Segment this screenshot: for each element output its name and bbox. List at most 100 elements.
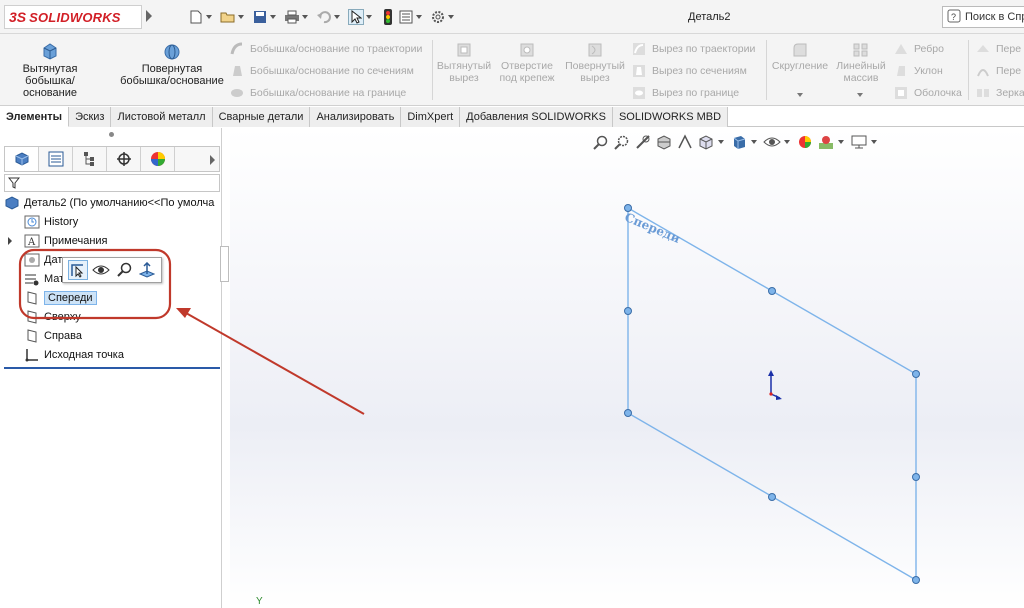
swept-boss-button[interactable]: Бобышка/основание по траектории — [230, 42, 422, 56]
tree-item-history[interactable]: History — [24, 213, 78, 231]
hole-wizard-label-1: Отверстие — [501, 60, 553, 72]
tree-root-part[interactable]: Деталь2 (По умолчанию<<По умолча — [4, 194, 214, 212]
revolved-cut-button[interactable]: Повернутый вырез — [562, 42, 628, 84]
tree-item-right-plane[interactable]: Справа — [24, 327, 82, 345]
rebuild-icon[interactable] — [380, 9, 396, 25]
undo-icon[interactable] — [316, 9, 332, 25]
view-orientation-icon[interactable] — [697, 133, 715, 151]
tab-features[interactable]: Элементы — [0, 107, 70, 127]
tree-item-top-plane[interactable]: Сверху — [24, 308, 81, 326]
tree-filter[interactable] — [4, 174, 220, 192]
apply-scene-dropdown-icon[interactable] — [838, 140, 844, 144]
svg-text:A: A — [27, 237, 36, 248]
hide-show-dropdown-icon[interactable] — [784, 140, 790, 144]
search-box[interactable]: ? Поиск в Спр — [942, 6, 1024, 28]
revolved-boss-button[interactable]: Повернутая бобышка/основание — [120, 42, 224, 87]
mirror-button[interactable]: Зерка — [976, 86, 1024, 100]
title-bar: 3S SOLIDWORKS Деталь2 ? Поиск в Спр — [0, 0, 1024, 34]
rib-button[interactable]: Ребро — [894, 42, 944, 56]
linear-pattern-dropdown-icon[interactable] — [857, 93, 863, 97]
panel-collapse-handle[interactable] — [220, 246, 229, 282]
panel-tabs — [4, 146, 220, 172]
fillet-dropdown-icon[interactable] — [797, 93, 803, 97]
lofted-boss-button[interactable]: Бобышка/основание по сечениям — [230, 64, 414, 78]
apply-scene-icon[interactable] — [817, 133, 835, 151]
print-dropdown-icon[interactable] — [302, 15, 308, 19]
tab-solidworks-addins[interactable]: Добавления SOLIDWORKS — [460, 107, 613, 127]
options-dropdown-icon[interactable] — [448, 15, 454, 19]
swept-cut-button[interactable]: Вырез по траектории — [632, 42, 755, 56]
show-hide-icon[interactable] — [91, 260, 111, 280]
tab-dimxpert[interactable]: DimXpert — [401, 107, 461, 127]
feature-manager-icon[interactable] — [5, 147, 39, 171]
tree-item-front-plane[interactable]: Спереди — [24, 289, 97, 307]
boundary-cut-button[interactable]: Вырез по границе — [632, 86, 739, 100]
file-properties-dropdown-icon[interactable] — [416, 15, 422, 19]
options-icon[interactable] — [430, 9, 446, 25]
tree-item-annotations[interactable]: A Примечания — [24, 232, 108, 250]
save-dropdown-icon[interactable] — [270, 15, 276, 19]
hide-show-items-icon[interactable] — [763, 133, 781, 151]
reference-geometry-button[interactable]: Пере — [976, 42, 1021, 56]
graphics-area[interactable] — [230, 128, 1024, 608]
configuration-manager-icon[interactable] — [73, 147, 107, 171]
display-manager-icon[interactable] — [141, 147, 175, 171]
brand-name: SOLIDWORKS — [29, 9, 121, 25]
extruded-boss-label-1: Вытянутая — [22, 63, 78, 75]
hole-wizard-icon — [518, 42, 536, 58]
section-view-icon[interactable] — [655, 133, 673, 151]
boundary-boss-button[interactable]: Бобышка/основание на границе — [230, 86, 406, 100]
dimxpert-manager-icon[interactable] — [107, 147, 141, 171]
undo-dropdown-icon[interactable] — [334, 15, 340, 19]
save-icon[interactable] — [252, 9, 268, 25]
draft-button[interactable]: Уклон — [894, 64, 943, 78]
display-style-icon[interactable] — [730, 133, 748, 151]
linear-pattern-button[interactable]: Линейный массив — [834, 42, 888, 84]
print-icon[interactable] — [284, 9, 300, 25]
new-document-icon[interactable] — [188, 9, 204, 25]
panel-grip[interactable] — [109, 132, 114, 137]
tab-evaluate[interactable]: Анализировать — [310, 107, 402, 127]
panel-tabs-more-icon[interactable] — [210, 155, 215, 165]
fillet-button[interactable]: Скругление — [770, 42, 830, 72]
normal-to-icon[interactable] — [137, 260, 157, 280]
select-icon[interactable] — [348, 9, 364, 25]
menu-expand-arrow-icon[interactable] — [146, 10, 152, 22]
dynamic-annotation-icon[interactable] — [676, 133, 694, 151]
tree-item-label: Спереди — [44, 291, 97, 305]
previous-view-icon[interactable] — [634, 133, 652, 151]
view-orientation-dropdown-icon[interactable] — [718, 140, 724, 144]
tree-item-origin[interactable]: Исходная точка — [24, 346, 124, 364]
expand-arrow-icon[interactable] — [8, 237, 12, 245]
display-style-dropdown-icon[interactable] — [751, 140, 757, 144]
shell-button[interactable]: Оболочка — [894, 86, 962, 100]
select-dropdown-icon[interactable] — [366, 15, 372, 19]
zoom-to-selection-icon[interactable] — [114, 260, 134, 280]
edit-appearance-icon[interactable] — [796, 133, 814, 151]
new-dropdown-icon[interactable] — [206, 15, 212, 19]
extruded-boss-button[interactable]: Вытянутая бобышка/основание — [12, 42, 88, 99]
tree-item-label: Исходная точка — [44, 349, 124, 361]
hole-wizard-button[interactable]: Отверстие под крепеж — [496, 42, 558, 84]
view-settings-dropdown-icon[interactable] — [871, 140, 877, 144]
lofted-cut-button[interactable]: Вырез по сечениям — [632, 64, 747, 78]
tree-item-label: Примечания — [44, 235, 108, 247]
property-manager-icon[interactable] — [39, 147, 73, 171]
file-properties-icon[interactable] — [398, 9, 414, 25]
curves-button[interactable]: Пере — [976, 64, 1021, 78]
extruded-cut-button[interactable]: Вытянутый вырез — [436, 42, 492, 84]
tab-sheet-metal[interactable]: Листовой металл — [111, 107, 213, 127]
view-settings-icon[interactable] — [850, 133, 868, 151]
tab-weldments[interactable]: Сварные детали — [212, 107, 311, 127]
open-icon[interactable] — [220, 9, 236, 25]
sketch-icon[interactable] — [68, 260, 88, 280]
solidworks-logo[interactable]: 3S SOLIDWORKS — [4, 5, 142, 29]
zoom-to-area-icon[interactable] — [613, 133, 631, 151]
tab-solidworks-mbd[interactable]: SOLIDWORKS MBD — [612, 107, 729, 127]
search-placeholder: Поиск в Спр — [965, 11, 1024, 23]
tree-item-material[interactable]: Мат — [24, 270, 64, 288]
lofted-boss-label: Бобышка/основание по сечениям — [250, 65, 414, 77]
tab-sketch[interactable]: Эскиз — [69, 107, 112, 127]
open-dropdown-icon[interactable] — [238, 15, 244, 19]
zoom-to-fit-icon[interactable] — [592, 133, 610, 151]
